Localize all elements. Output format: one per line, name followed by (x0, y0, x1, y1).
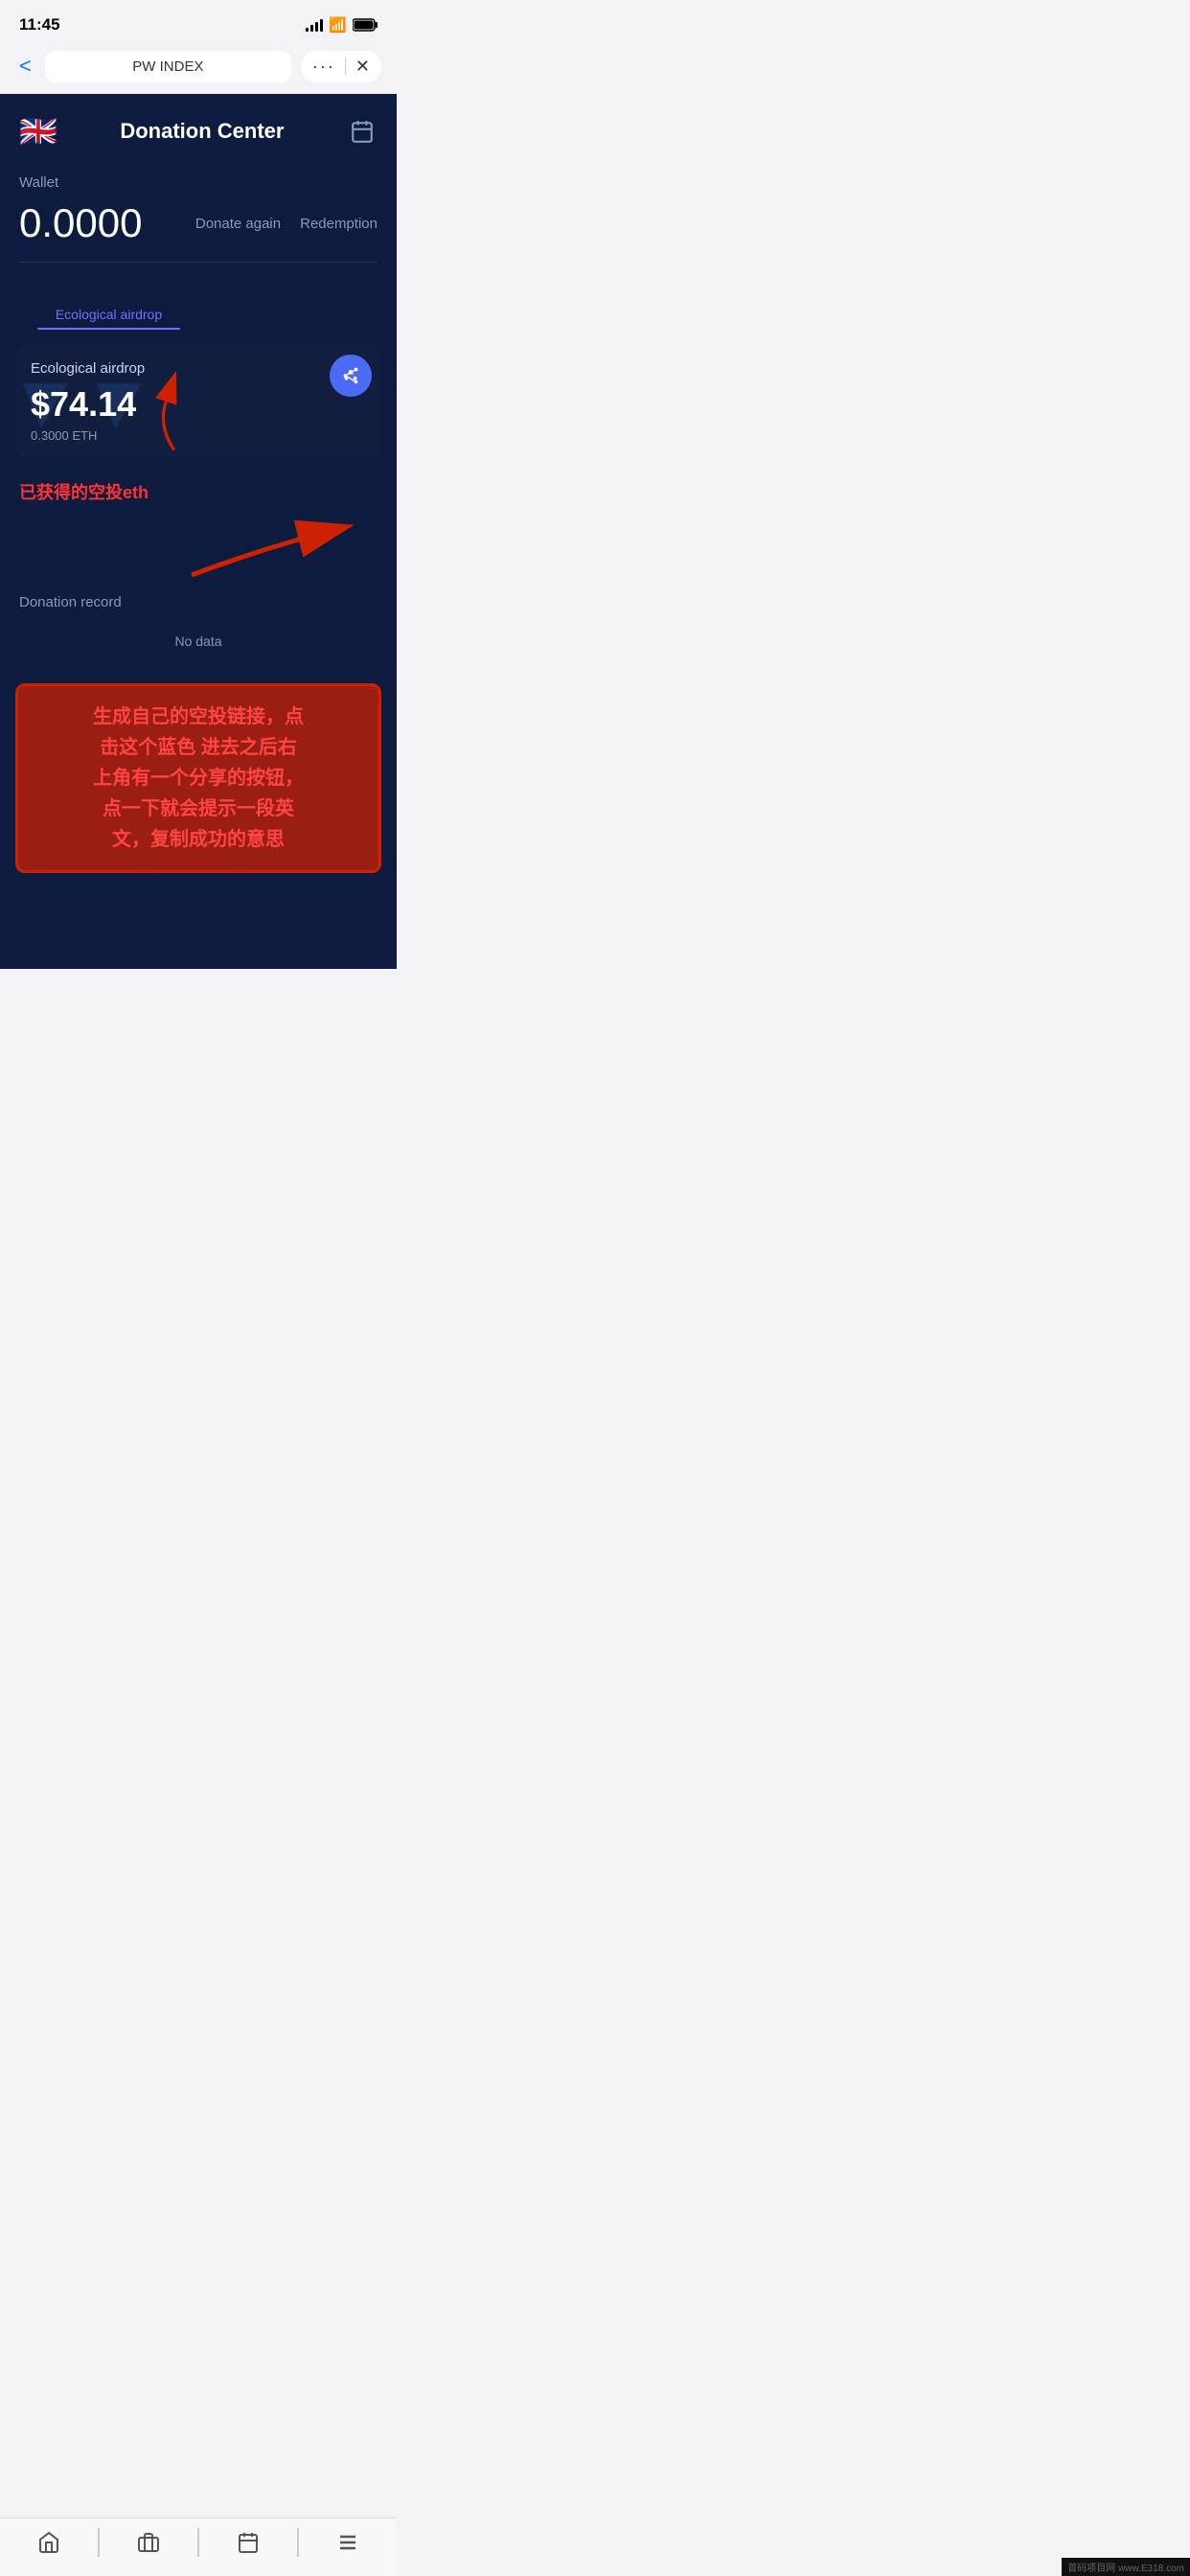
wallet-section: Wallet 0.0000 Donate again Redemption (0, 165, 397, 297)
tab-bar: Ecological airdrop (0, 297, 397, 330)
airdrop-card-inner: Ecological airdrop $74.14 0.3000 ETH (31, 360, 366, 443)
briefcase-icon (136, 2530, 161, 2555)
nav-calendar[interactable] (199, 2530, 297, 2555)
status-time: 11:45 (19, 15, 60, 34)
url-bar[interactable]: PW INDEX (45, 51, 291, 82)
menu-icon (335, 2530, 360, 2555)
wallet-label: Wallet (19, 174, 378, 191)
home-icon (36, 2530, 61, 2555)
airdrop-label: Ecological airdrop (31, 360, 366, 377)
app-title: Donation Center (120, 119, 284, 144)
back-button[interactable]: < (15, 50, 35, 82)
watermark-footer: 首码项目网 www.E318.com (1062, 2558, 1190, 2576)
wallet-amount: 0.0000 (19, 200, 142, 246)
nav-home[interactable] (0, 2530, 98, 2555)
airdrop-card: ▼▼ Ecological airdrop $74.14 0.3000 ETH (15, 345, 381, 458)
tab-second[interactable] (198, 297, 378, 330)
donate-again-button[interactable]: Donate again (195, 216, 281, 232)
app-content: 🇬🇧 Donation Center Wallet 0.0000 Donate … (0, 94, 397, 969)
browser-header: < PW INDEX ··· ✕ (0, 42, 397, 94)
red-arrow-2-overlay (0, 508, 397, 585)
overlay-annotation: 已获得的空投eth (0, 473, 397, 508)
no-data-text: No data (19, 618, 378, 664)
status-bar: 11:45 📶 (0, 0, 397, 42)
nav-menu[interactable] (299, 2530, 397, 2555)
more-button[interactable]: ··· (312, 57, 335, 77)
annotation-box: 生成自己的空投链接，点 击这个蓝色 进去之后右 上角有一个分享的按钮， 点一下就… (15, 683, 381, 873)
bottom-nav (0, 2518, 397, 2576)
status-icons: 📶 (306, 16, 378, 34)
calendar-nav-icon (236, 2530, 261, 2555)
wallet-row: 0.0000 Donate again Redemption (19, 200, 378, 246)
donation-record-label: Donation record (19, 594, 378, 610)
airdrop-amount: $74.14 (31, 384, 366, 425)
donation-record: Donation record No data (0, 585, 397, 674)
browser-actions: ··· ✕ (301, 51, 381, 82)
close-button[interactable]: ✕ (355, 57, 370, 77)
battery-icon (353, 18, 378, 32)
header-divider (345, 58, 346, 75)
wifi-icon: 📶 (329, 16, 347, 34)
nav-briefcase[interactable] (100, 2530, 197, 2555)
wallet-divider (19, 262, 378, 263)
calendar-icon[interactable] (347, 116, 378, 147)
app-header: 🇬🇧 Donation Center (0, 94, 397, 165)
flag-icon: 🇬🇧 (19, 113, 57, 150)
wallet-actions: Donate again Redemption (195, 216, 378, 232)
airdrop-eth: 0.3000 ETH (31, 428, 366, 443)
annotation-box-text: 生成自己的空投链接，点 击这个蓝色 进去之后右 上角有一个分享的按钮， 点一下就… (34, 702, 363, 855)
tab-ecological-airdrop[interactable]: Ecological airdrop (19, 297, 198, 330)
airdrop-share-button[interactable] (330, 355, 372, 397)
signal-icon (306, 18, 323, 32)
overlay-text: 已获得的空投eth (19, 483, 149, 502)
redemption-button[interactable]: Redemption (300, 216, 378, 232)
